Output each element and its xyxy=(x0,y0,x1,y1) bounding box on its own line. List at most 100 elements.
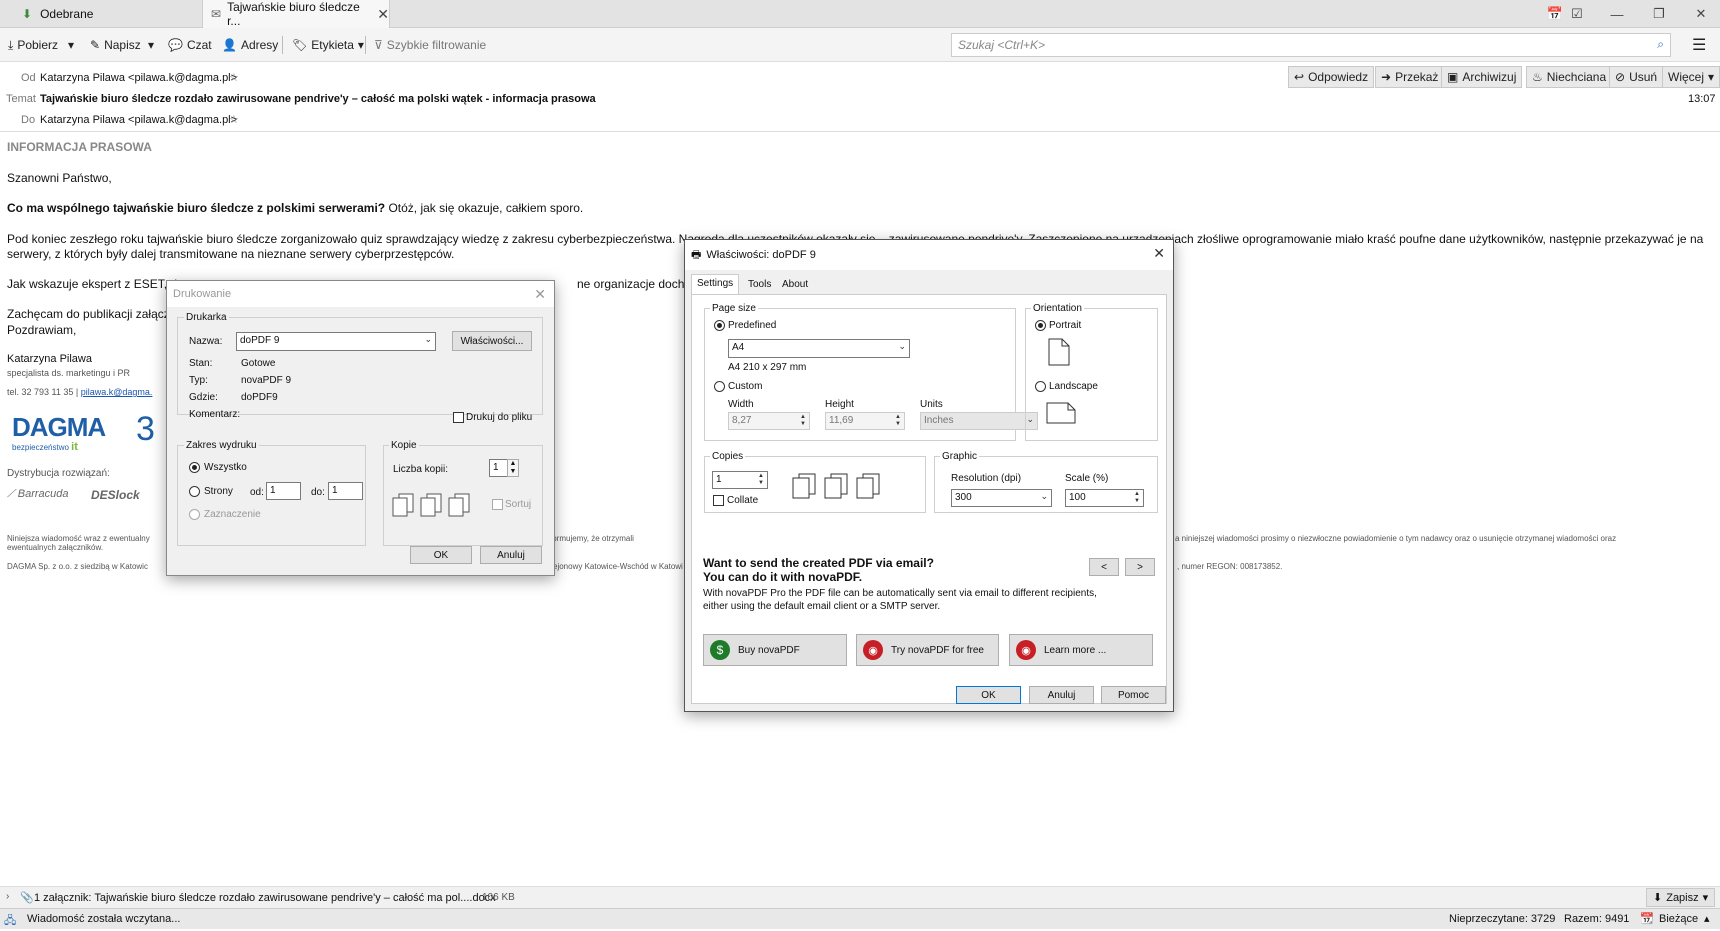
tab-message[interactable]: ✉ Tajwańskie biuro śledcze r... ✕ xyxy=(202,0,390,28)
buy-novapdf-button[interactable]: $ Buy novaPDF xyxy=(703,634,847,666)
close-window-icon[interactable]: ✕ xyxy=(1682,0,1720,28)
signature-contact: tel. 32 793 11 35 | pilawa.k@dagma. xyxy=(7,385,152,400)
properties-cancel-button[interactable]: Anuluj xyxy=(1029,686,1094,704)
search-icon[interactable]: ⌕ xyxy=(1657,37,1664,52)
online-icon[interactable]: 🖧 xyxy=(4,912,16,931)
search-placeholder: Szukaj <Ctrl+K> xyxy=(958,38,1046,52)
chevron-right-icon[interactable]: › xyxy=(6,891,9,902)
barracuda-icon: ⟋ xyxy=(7,488,15,500)
collate-checkbox[interactable] xyxy=(713,495,724,506)
minimize-icon[interactable]: — xyxy=(1598,0,1636,28)
portrait-radio[interactable] xyxy=(1035,320,1046,331)
range-all-radio[interactable] xyxy=(189,462,200,473)
to-value[interactable]: Katarzyna Pilawa <pilawa.k@dagma.pl> xyxy=(40,114,237,126)
resolution-select[interactable]: 300 ⌄ xyxy=(951,489,1052,507)
print-dialog-title: Drukowanie xyxy=(173,288,232,300)
tag-button[interactable]: 🏷 Etykieta ▾ xyxy=(292,36,364,54)
height-input[interactable]: 11,69 ▲ ▼ xyxy=(825,412,905,430)
copies-spinner[interactable]: ▲ ▼ xyxy=(507,459,519,477)
footer-1c: a niniejszej wiadomości prosimy o niezwł… xyxy=(1175,534,1617,543)
properties-help-button[interactable]: Pomoc xyxy=(1101,686,1166,704)
star-icon[interactable]: ☆ xyxy=(229,71,239,84)
total-count: Razem: 9491 xyxy=(1564,913,1630,925)
close-icon[interactable]: ✕ xyxy=(1153,245,1165,262)
save-attachment-button[interactable]: ⬇ Zapisz ▾ xyxy=(1646,888,1716,907)
delete-button[interactable]: ⊘ Usuń xyxy=(1609,66,1664,88)
tab-tools[interactable]: Tools xyxy=(743,276,776,293)
properties-ok-button[interactable]: OK xyxy=(956,686,1021,704)
promo-next-button[interactable]: > xyxy=(1125,558,1155,576)
search-input[interactable]: Szukaj <Ctrl+K> ⌕ xyxy=(951,33,1671,57)
print-ok-button[interactable]: OK xyxy=(410,546,472,564)
printer-name-select[interactable]: doPDF 9 ⌄ xyxy=(236,332,436,351)
promo-text: With novaPDF Pro the PDF file can be aut… xyxy=(703,588,1097,612)
range-from-label: od: xyxy=(250,487,264,498)
quick-filter-button[interactable]: ⊽ Szybkie filtrowanie xyxy=(374,36,486,54)
get-mail-dropdown[interactable]: ▾ xyxy=(68,36,74,54)
reply-button[interactable]: ↩ Odpowiedz xyxy=(1288,66,1375,88)
maximize-icon[interactable]: ❐ xyxy=(1640,0,1678,28)
from-value[interactable]: Katarzyna Pilawa <pilawa.k@dagma.pl> xyxy=(40,72,237,84)
copies-value: 1 xyxy=(716,474,722,485)
chat-button[interactable]: 💬 Czat xyxy=(168,36,212,54)
paper-size-select[interactable]: A4 ⌄ xyxy=(728,339,910,358)
greeting: Szanowni Państwo, xyxy=(7,171,112,185)
close-icon[interactable]: ✕ xyxy=(534,286,546,303)
signature-name: Katarzyna Pilawa xyxy=(7,353,92,365)
write-dropdown[interactable]: ▾ xyxy=(148,36,154,54)
copies-label: Copies xyxy=(710,451,746,462)
anniversary-logo: 3 xyxy=(136,410,155,448)
range-pages-radio[interactable] xyxy=(189,486,200,497)
tasks-icon[interactable]: ☑ xyxy=(1558,0,1596,28)
archive-button[interactable]: ▣ Archiwizuj xyxy=(1441,66,1523,88)
today-pane-label[interactable]: Bieżące xyxy=(1659,913,1698,925)
collate-checkbox[interactable] xyxy=(492,499,503,510)
range-from-input[interactable]: 1 xyxy=(266,482,301,500)
range-to-input[interactable]: 1 xyxy=(328,482,363,500)
forward-button[interactable]: ➜ Przekaż xyxy=(1375,66,1445,88)
units-select[interactable]: Inches ⌄ xyxy=(920,412,1038,430)
promo-prev-button[interactable]: < xyxy=(1089,558,1119,576)
printer-properties-button[interactable]: Właściwości... xyxy=(452,331,532,351)
tab-about[interactable]: About xyxy=(777,276,813,293)
spinner-icon: ▲ ▼ xyxy=(1134,491,1140,504)
close-icon[interactable]: ✕ xyxy=(377,6,389,23)
chevron-up-icon[interactable]: ▴ xyxy=(1704,912,1710,925)
print-dialog: Drukowanie ✕ Drukarka Nazwa: doPDF 9 ⌄ Wła… xyxy=(166,280,555,576)
tab-settings[interactable]: Settings xyxy=(691,274,740,294)
write-button[interactable]: ✎ Napisz xyxy=(90,36,141,54)
where-value: doPDF9 xyxy=(241,392,278,403)
get-mail-button[interactable]: ⤓ Pobierz xyxy=(8,36,58,54)
width-input[interactable]: 8,27 ▲ ▼ xyxy=(728,412,810,430)
more-label: Więcej xyxy=(1668,70,1705,84)
tab-inbox[interactable]: ⬇ Odebrane xyxy=(8,0,198,28)
scale-input[interactable]: 100 ▲ ▼ xyxy=(1065,489,1144,507)
more-button[interactable]: Więcej ▾ xyxy=(1662,66,1720,88)
predefined-radio[interactable] xyxy=(714,320,725,331)
units-value: Inches xyxy=(924,415,954,426)
copies-input[interactable]: 1 ▲ ▼ xyxy=(712,471,768,489)
attachment-name[interactable]: 1 załącznik: Tajwańskie biuro śledcze ro… xyxy=(34,892,496,904)
star-icon[interactable]: ☆ xyxy=(229,113,239,126)
print-to-file-label: Drukuj do pliku xyxy=(466,412,533,423)
range-selection-radio[interactable] xyxy=(189,509,200,520)
properties-dialog: 🖶 Właściwości: doPDF 9 ✕ Settings Tools Ab… xyxy=(684,239,1174,712)
width-label: Width xyxy=(728,399,754,410)
barracuda-text: Barracuda xyxy=(17,488,69,500)
print-to-file-checkbox[interactable] xyxy=(453,412,464,423)
junk-button[interactable]: ♨ Niechciana xyxy=(1526,66,1613,88)
try-novapdf-button[interactable]: ◉ Try novaPDF for free xyxy=(856,634,999,666)
distribution-label: Dystrybucja rozwiązań: xyxy=(7,468,110,479)
print-cancel-button[interactable]: Anuluj xyxy=(480,546,542,564)
address-book-button[interactable]: 👤 Adresy xyxy=(222,36,278,54)
custom-radio[interactable] xyxy=(714,381,725,392)
promo-title-line2: You can do it with novaPDF. xyxy=(703,570,863,584)
signature-email-link[interactable]: pilawa.k@dagma. xyxy=(81,387,153,397)
landscape-radio[interactable] xyxy=(1035,381,1046,392)
printer-icon: 🖶 xyxy=(691,248,702,261)
learn-more-button[interactable]: ◉ Learn more ... xyxy=(1009,634,1153,666)
subject-label: Temat xyxy=(6,93,36,105)
graphic-label: Graphic xyxy=(940,451,980,462)
scale-value: 100 xyxy=(1069,492,1086,503)
menu-icon[interactable]: ☰ xyxy=(1692,36,1706,54)
